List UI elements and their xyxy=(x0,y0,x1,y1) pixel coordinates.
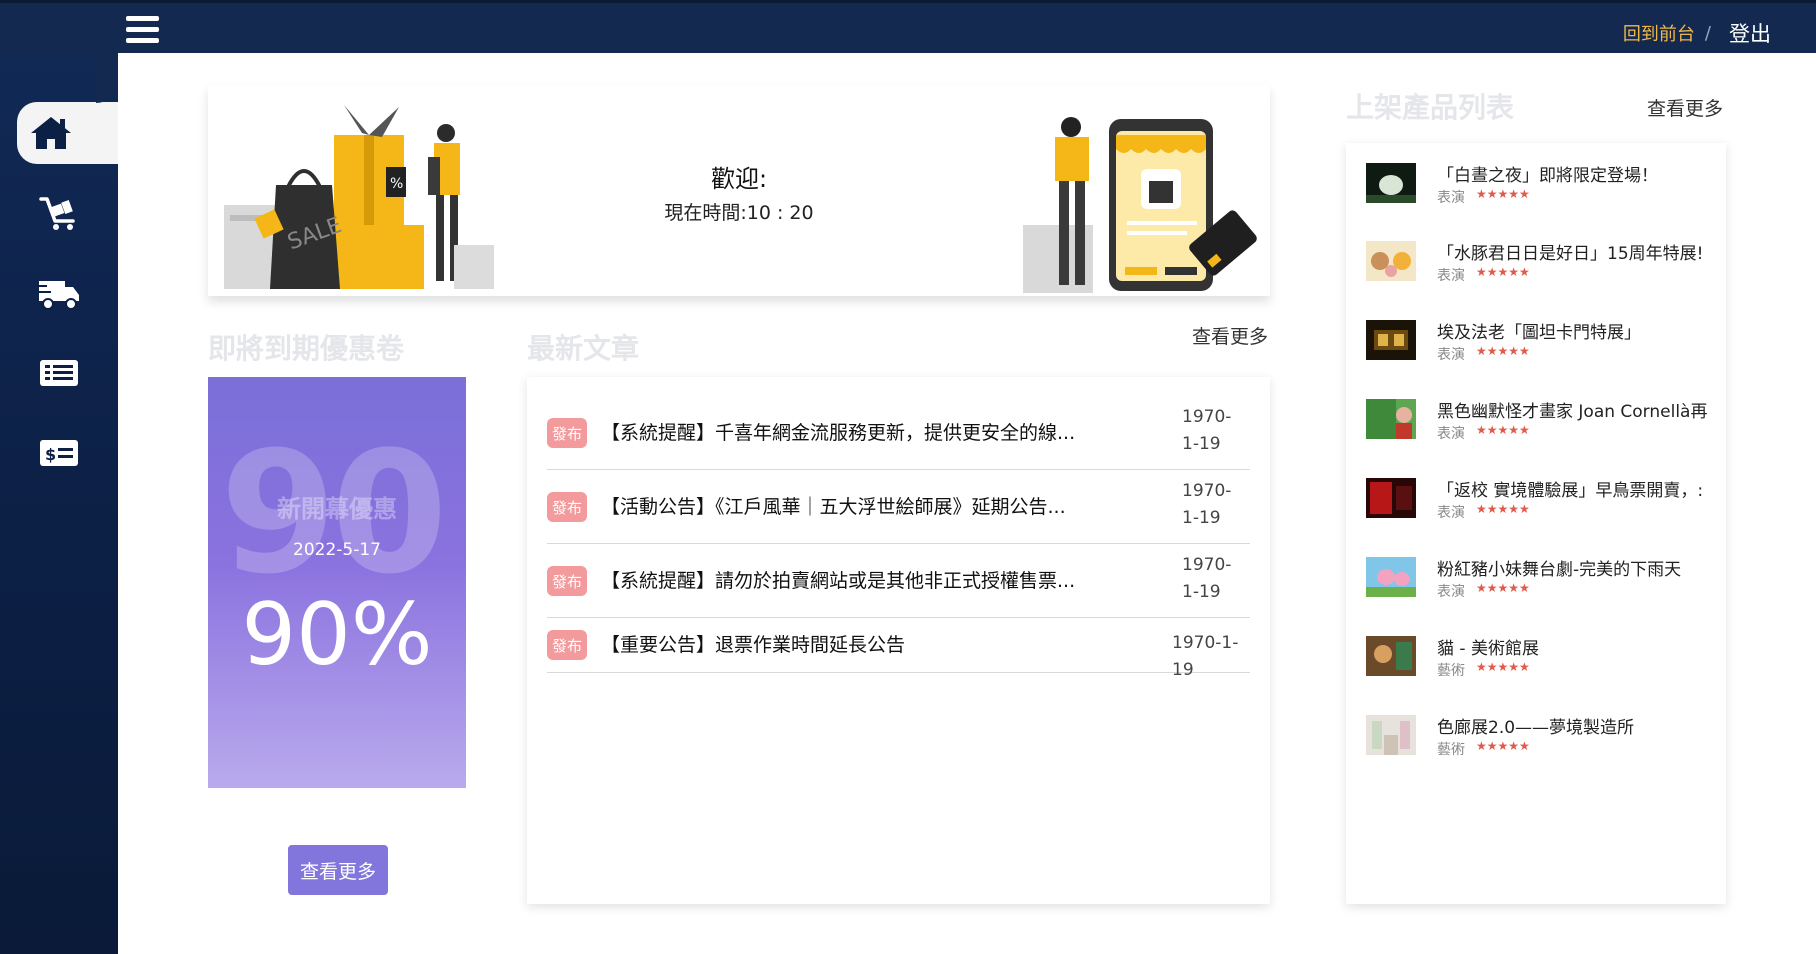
product-category: 表演 xyxy=(1437,584,1465,600)
articles-more-link[interactable]: 查看更多 xyxy=(1192,322,1268,349)
mobile-shopping-illustration xyxy=(1023,117,1257,293)
rating-stars-icon: ★★★★★ xyxy=(1476,660,1530,674)
article-row[interactable]: 發布 【活動公告】《江戶風華｜五大浮世絵師展》延期公告... 1970-1-19 xyxy=(547,470,1250,544)
rating-stars-icon: ★★★★★ xyxy=(1476,187,1530,201)
product-category: 表演 xyxy=(1437,190,1465,206)
article-row[interactable]: 發布 【系統提醒】請勿於拍賣網站或是其他非正式授權售票... 1970-1-19 xyxy=(547,544,1250,618)
sidebar: $ xyxy=(0,0,118,954)
logout-link[interactable]: 登出 xyxy=(1729,18,1771,48)
sidebar-item-orders[interactable] xyxy=(0,182,118,244)
product-item[interactable]: 貓 - 美術館展 藝術 ★★★★★ xyxy=(1366,634,1711,696)
rating-stars-icon: ★★★★★ xyxy=(1476,265,1530,279)
coupons-more-button[interactable]: 查看更多 xyxy=(288,845,388,895)
article-row[interactable]: 發布 【重要公告】退票作業時間延長公告 1970-1-19 xyxy=(547,618,1250,680)
product-category: 藝術 xyxy=(1437,742,1465,758)
sidebar-item-articles[interactable] xyxy=(0,342,118,404)
hamburger-line xyxy=(126,38,159,43)
cart-icon xyxy=(39,197,75,230)
article-row[interactable]: 發布 【系統提醒】千喜年網金流服務更新，提供更安全的線... 1970-1-19 xyxy=(547,402,1250,470)
product-title: 「返校 實境體驗展」早鳥票開賣，: xyxy=(1437,481,1704,501)
product-thumbnail xyxy=(1366,478,1416,518)
rating-stars-icon: ★★★★★ xyxy=(1476,423,1530,437)
article-badge: 發布 xyxy=(547,566,587,596)
product-thumbnail xyxy=(1366,320,1416,360)
article-title[interactable]: 【活動公告】《江戶風華｜五大浮世絵師展》延期公告... xyxy=(601,492,1066,519)
product-item[interactable]: 「白晝之夜」即將限定登場！ 表演 ★★★★★ xyxy=(1366,161,1711,223)
rating-stars-icon: ★★★★★ xyxy=(1476,502,1530,516)
menu-toggle-button[interactable] xyxy=(126,16,159,44)
product-item[interactable]: 「水豚君日日是好日」15周年特展! 表演 ★★★★★ xyxy=(1366,239,1711,301)
product-item[interactable]: 黑色幽默怪才畫家 Joan Cornellà再 表演 ★★★★★ xyxy=(1366,397,1711,459)
coupon-card[interactable]: 90 新開幕優惠 2022-5-17 90% xyxy=(208,377,466,788)
article-date: 1970-1-19 xyxy=(1182,555,1232,602)
product-thumbnail xyxy=(1366,557,1416,597)
truck-icon xyxy=(37,281,79,310)
product-title: 貓 - 美術館展 xyxy=(1437,639,1539,659)
sidebar-item-coupons[interactable]: $ xyxy=(0,422,118,484)
product-title: 「白晝之夜」即將限定登場！ xyxy=(1437,166,1658,186)
coupon-name: 新開幕優惠 xyxy=(277,495,397,523)
products-section-title: 上架產品列表 xyxy=(1346,91,1515,124)
product-thumbnail xyxy=(1366,163,1416,203)
link-separator: / xyxy=(1704,22,1711,44)
top-right-links: 回到前台 / 登出 xyxy=(1623,18,1771,48)
coupon-date: 2022-5-17 xyxy=(293,540,381,560)
coupon-icon: $ xyxy=(40,440,78,466)
articles-section-title: 最新文章 xyxy=(527,332,640,365)
hamburger-line xyxy=(126,27,159,32)
product-item[interactable]: 「返校 實境體驗展」早鳥票開賣，: 表演 ★★★★★ xyxy=(1366,476,1711,538)
hamburger-icon xyxy=(126,16,159,21)
welcome-card: SALE % 歡迎: 現在時間:10 : 20 xyxy=(208,85,1270,296)
article-title[interactable]: 【系統提醒】千喜年網金流服務更新，提供更安全的線... xyxy=(601,418,1075,445)
article-title[interactable]: 【重要公告】退票作業時間延長公告 xyxy=(601,630,905,657)
product-title: 黑色幽默怪才畫家 Joan Cornellà再 xyxy=(1437,402,1708,422)
product-title: 色廊展2.0——夢境製造所 xyxy=(1437,718,1635,738)
products-more-link[interactable]: 查看更多 xyxy=(1647,94,1723,121)
coupons-section-title: 即將到期優惠卷 xyxy=(208,332,405,365)
product-category: 表演 xyxy=(1437,268,1465,284)
articles-card: 發布 【系統提醒】千喜年網金流服務更新，提供更安全的線... 1970-1-19… xyxy=(527,377,1270,904)
back-to-front-link[interactable]: 回到前台 xyxy=(1623,20,1695,46)
article-date: 1970-1-19 xyxy=(1182,407,1232,454)
product-thumbnail xyxy=(1366,715,1416,755)
rating-stars-icon: ★★★★★ xyxy=(1476,581,1530,595)
article-date: 1970-1-19 xyxy=(1172,633,1239,680)
product-title: 埃及法老「圖坦卡門特展」 xyxy=(1437,323,1641,343)
sidebar-item-shipping[interactable] xyxy=(0,262,118,324)
product-item[interactable]: 埃及法老「圖坦卡門特展」 表演 ★★★★★ xyxy=(1366,318,1711,380)
article-badge: 發布 xyxy=(547,418,587,448)
product-category: 表演 xyxy=(1437,505,1465,521)
product-title: 「水豚君日日是好日」15周年特展! xyxy=(1437,244,1704,264)
product-thumbnail xyxy=(1366,636,1416,676)
product-item[interactable]: 色廊展2.0——夢境製造所 藝術 ★★★★★ xyxy=(1366,713,1711,775)
sidebar-item-home[interactable] xyxy=(17,102,118,164)
rating-stars-icon: ★★★★★ xyxy=(1476,344,1530,358)
coupon-discount: 90% xyxy=(241,585,433,685)
article-date: 1970-1-19 xyxy=(1182,481,1232,528)
product-title: 粉紅豬小妹舞台劇-完美的下雨天 xyxy=(1437,560,1682,580)
product-category: 藝術 xyxy=(1437,663,1465,679)
products-card: 「白晝之夜」即將限定登場！ 表演 ★★★★★ 「水豚君日日是好日」15周年特展!… xyxy=(1346,143,1726,904)
home-icon xyxy=(31,117,71,149)
svg-text:$: $ xyxy=(45,445,56,464)
rating-stars-icon: ★★★★★ xyxy=(1476,739,1530,753)
product-thumbnail xyxy=(1366,399,1416,439)
product-category: 表演 xyxy=(1437,426,1465,442)
product-item[interactable]: 粉紅豬小妹舞台劇-完美的下雨天 表演 ★★★★★ xyxy=(1366,555,1711,617)
top-navbar: 回到前台 / 登出 xyxy=(0,0,1816,53)
article-badge: 發布 xyxy=(547,492,587,522)
product-category: 表演 xyxy=(1437,347,1465,363)
list-icon xyxy=(40,360,78,386)
article-badge: 發布 xyxy=(547,630,587,660)
article-title[interactable]: 【系統提醒】請勿於拍賣網站或是其他非正式授權售票... xyxy=(601,566,1075,593)
product-thumbnail xyxy=(1366,241,1416,281)
